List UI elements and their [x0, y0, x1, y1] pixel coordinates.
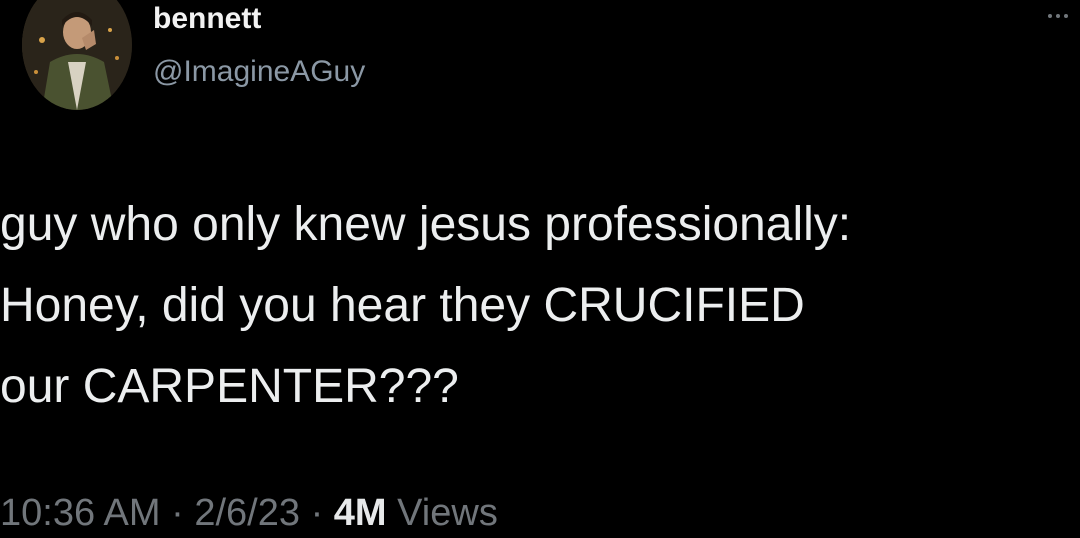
avatar[interactable]: [22, 0, 132, 110]
meta-separator: ·: [310, 492, 324, 534]
tweet-line: Honey, did you hear they CRUCIFIED: [0, 279, 805, 332]
more-options-icon: [1048, 14, 1052, 18]
tweet-time[interactable]: 10:36 AM: [0, 492, 161, 534]
more-options-icon: [1056, 14, 1060, 18]
tweet-card: bennett @ImagineAGuy guy who only knew j…: [0, 0, 1080, 538]
tweet-text: guy who only knew jesus professionally: …: [0, 184, 1080, 427]
profile-photo-icon: [22, 0, 132, 110]
views-label: Views: [397, 492, 498, 534]
tweet-date[interactable]: 2/6/23: [194, 492, 300, 534]
more-options-button[interactable]: [1044, 8, 1072, 24]
views-count[interactable]: 4M: [334, 492, 387, 534]
tweet-metadata: 10:36 AM · 2/6/23 · 4M Views: [0, 492, 498, 535]
meta-separator: ·: [171, 492, 184, 534]
display-name[interactable]: bennett: [153, 2, 261, 36]
user-handle[interactable]: @ImagineAGuy: [153, 55, 365, 89]
tweet-line: our CARPENTER???: [0, 360, 459, 413]
more-options-icon: [1064, 14, 1068, 18]
tweet-line: guy who only knew jesus professionally:: [0, 198, 852, 251]
